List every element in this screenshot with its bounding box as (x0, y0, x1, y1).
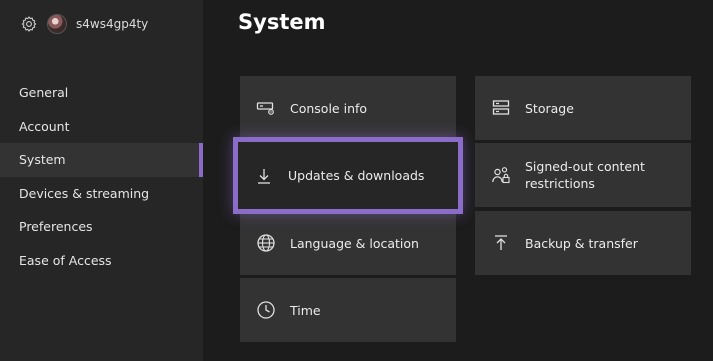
page-title: System (238, 10, 326, 34)
tile-updates-downloads[interactable]: Updates & downloads (233, 137, 463, 214)
upload-icon (495, 235, 507, 250)
storage-icon (492, 100, 510, 115)
nav-item-devices-streaming[interactable]: Devices & streaming (0, 177, 203, 211)
profile-area: s4ws4gp4ty (20, 13, 148, 35)
tile-console-info-label: Console info (290, 100, 368, 116)
tile-updates-downloads-label: Updates & downloads (288, 168, 425, 183)
avatar[interactable] (47, 14, 67, 34)
tile-language-location-label: Language & location (290, 235, 419, 251)
nav-item-preferences[interactable]: Preferences (0, 210, 203, 244)
tile-language-location[interactable]: Language & location (240, 211, 456, 275)
sidebar: s4ws4gp4ty General Account System Device… (0, 0, 203, 361)
tile-signed-out-content-restrictions-label: Signed-out content restrictions (525, 159, 645, 191)
settings-nav: General Account System Devices & streami… (0, 76, 203, 278)
nav-item-account[interactable]: Account (0, 110, 203, 144)
download-icon (258, 168, 270, 184)
tile-backup-transfer[interactable]: Backup & transfer (475, 211, 691, 275)
gear-icon[interactable] (20, 15, 38, 33)
tile-storage-label: Storage (525, 100, 574, 116)
gamertag[interactable]: s4ws4gp4ty (76, 17, 148, 31)
tile-console-info[interactable]: Console info (240, 76, 456, 140)
clock-icon (257, 301, 275, 319)
globe-icon (257, 234, 275, 252)
tile-time[interactable]: Time (240, 278, 456, 342)
console-icon (256, 102, 274, 115)
nav-item-general[interactable]: General (0, 76, 203, 110)
nav-item-ease-of-access[interactable]: Ease of Access (0, 244, 203, 278)
tile-storage[interactable]: Storage (475, 76, 691, 140)
tile-time-label: Time (290, 302, 321, 318)
nav-item-system[interactable]: System (0, 143, 203, 177)
users-lock-icon (492, 167, 510, 184)
tile-backup-transfer-label: Backup & transfer (525, 235, 638, 251)
tile-signed-out-content-restrictions[interactable]: Signed-out content restrictions (475, 143, 691, 207)
